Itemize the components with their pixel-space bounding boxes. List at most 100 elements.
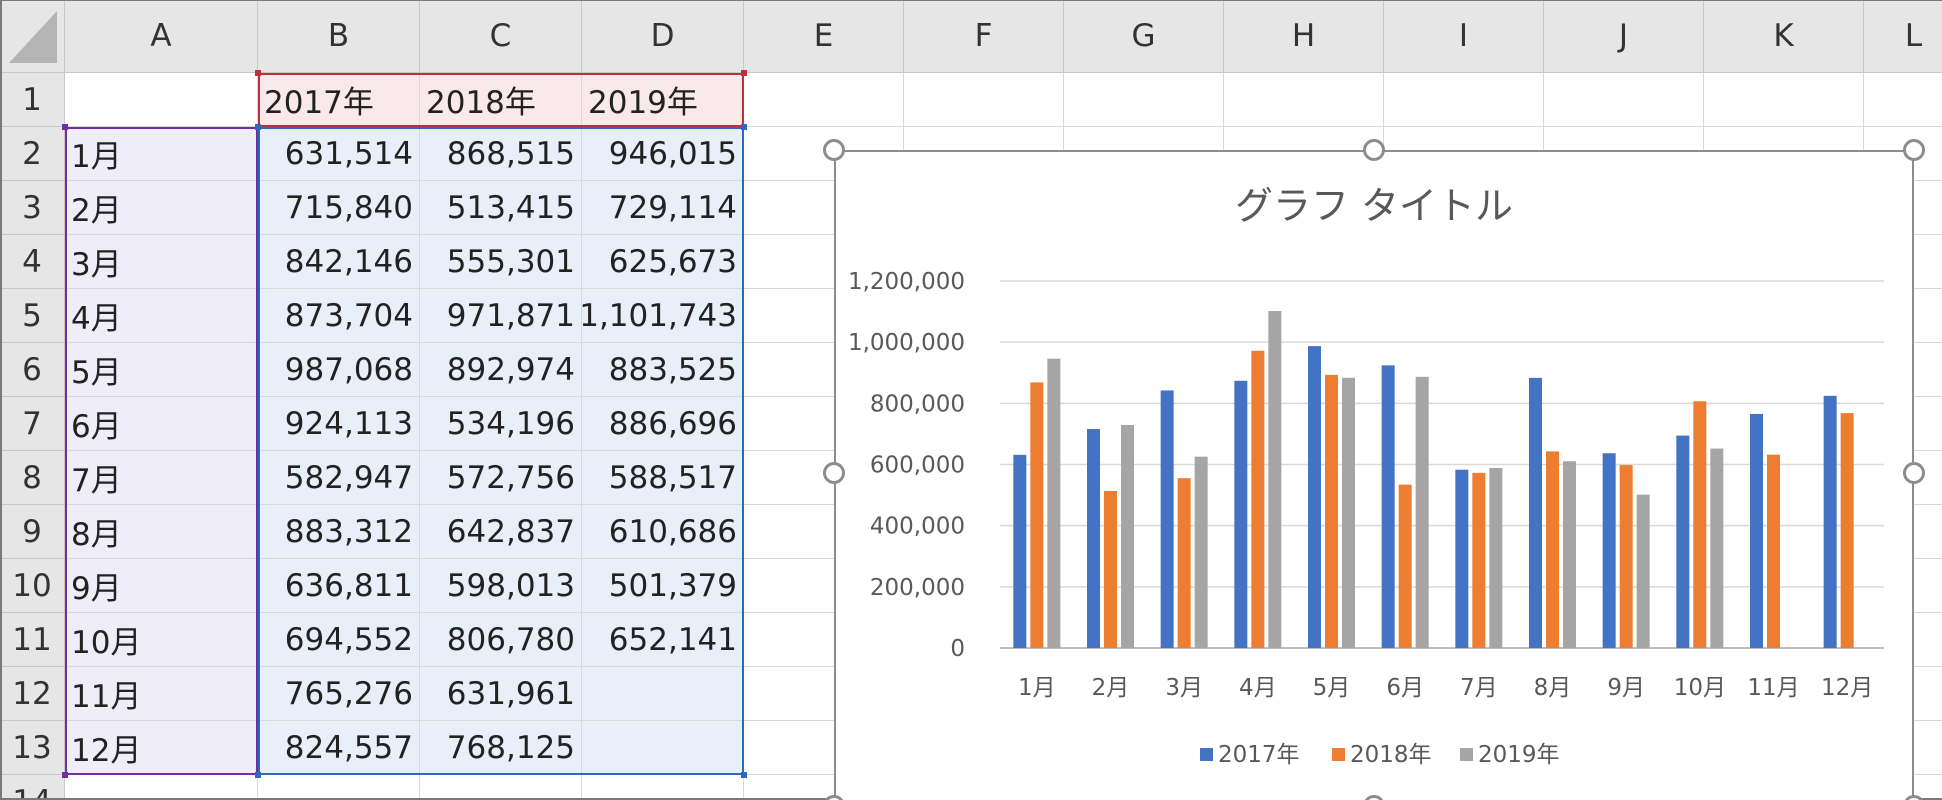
- bar-2017年-4月[interactable]: [1234, 380, 1248, 648]
- value-cell[interactable]: 610,686: [582, 505, 744, 559]
- range-corner-handle[interactable]: [741, 124, 747, 130]
- range-corner-handle[interactable]: [741, 772, 747, 778]
- bar-2018年-2月[interactable]: [1104, 490, 1117, 648]
- bar-2017年-1月[interactable]: [1013, 454, 1027, 648]
- column-header-i[interactable]: I: [1384, 0, 1544, 73]
- range-corner-handle[interactable]: [62, 124, 68, 130]
- value-cell[interactable]: 1,101,743: [582, 289, 744, 343]
- column-header-g[interactable]: G: [1064, 0, 1224, 73]
- chart-resize-handle[interactable]: [1903, 139, 1925, 161]
- row-header-9[interactable]: 9: [0, 505, 65, 559]
- bar-2018年-5月[interactable]: [1325, 374, 1338, 648]
- month-label-cell[interactable]: 11月: [65, 667, 258, 721]
- bar-2019年-3月[interactable]: [1194, 456, 1208, 648]
- chart-resize-handle[interactable]: [823, 462, 845, 484]
- value-cell[interactable]: 555,301: [420, 235, 582, 289]
- cell[interactable]: [1224, 73, 1384, 127]
- value-cell[interactable]: 501,379: [582, 559, 744, 613]
- bar-2019年-2月[interactable]: [1121, 425, 1134, 648]
- value-cell[interactable]: 765,276: [258, 667, 420, 721]
- bar-2019年-1月[interactable]: [1047, 358, 1061, 648]
- bar-2018年-6月[interactable]: [1398, 484, 1412, 648]
- value-cell[interactable]: 806,780: [420, 613, 582, 667]
- row-header-11[interactable]: 11: [0, 613, 65, 667]
- cell[interactable]: [904, 73, 1064, 127]
- column-header-b[interactable]: B: [258, 0, 420, 73]
- cell[interactable]: [1384, 73, 1544, 127]
- value-cell[interactable]: 582,947: [258, 451, 420, 505]
- value-cell[interactable]: 868,515: [420, 127, 582, 181]
- bar-2018年-3月[interactable]: [1177, 478, 1191, 648]
- cell[interactable]: [582, 775, 744, 800]
- value-cell[interactable]: [582, 667, 744, 721]
- bar-2018年-11月[interactable]: [1767, 454, 1780, 648]
- range-corner-handle[interactable]: [741, 70, 747, 76]
- month-label-cell[interactable]: 7月: [65, 451, 258, 505]
- column-header-h[interactable]: H: [1224, 0, 1384, 73]
- cell[interactable]: [65, 775, 258, 800]
- month-label-cell[interactable]: 2月: [65, 181, 258, 235]
- value-cell[interactable]: 924,113: [258, 397, 420, 451]
- column-header-e[interactable]: E: [744, 0, 904, 73]
- value-cell[interactable]: 513,415: [420, 181, 582, 235]
- month-label-cell[interactable]: 3月: [65, 235, 258, 289]
- column-header-l[interactable]: L: [1864, 0, 1942, 73]
- row-header-3[interactable]: 3: [0, 181, 65, 235]
- row-header-6[interactable]: 6: [0, 343, 65, 397]
- bar-2017年-3月[interactable]: [1160, 390, 1174, 648]
- legend-entry[interactable]: 2017年: [1218, 742, 1300, 768]
- select-all-corner[interactable]: [0, 0, 65, 73]
- column-header-k[interactable]: K: [1704, 0, 1864, 73]
- bar-2017年-9月[interactable]: [1602, 453, 1616, 648]
- bar-2017年-6月[interactable]: [1381, 365, 1395, 648]
- value-cell[interactable]: 588,517: [582, 451, 744, 505]
- cell[interactable]: [258, 775, 420, 800]
- value-cell[interactable]: 883,312: [258, 505, 420, 559]
- month-label-cell[interactable]: 4月: [65, 289, 258, 343]
- column-header-d[interactable]: D: [582, 0, 744, 73]
- value-cell[interactable]: 883,525: [582, 343, 744, 397]
- bar-2017年-12月[interactable]: [1823, 395, 1837, 648]
- range-corner-handle[interactable]: [255, 70, 261, 76]
- bar-2018年-4月[interactable]: [1251, 350, 1265, 648]
- value-cell[interactable]: 642,837: [420, 505, 582, 559]
- value-cell[interactable]: 572,756: [420, 451, 582, 505]
- cell-a1[interactable]: [65, 73, 258, 127]
- month-label-cell[interactable]: 6月: [65, 397, 258, 451]
- cell[interactable]: [1064, 73, 1224, 127]
- value-cell[interactable]: 625,673: [582, 235, 744, 289]
- chart-resize-handle[interactable]: [1363, 139, 1385, 161]
- value-cell[interactable]: 729,114: [582, 181, 744, 235]
- row-header-7[interactable]: 7: [0, 397, 65, 451]
- range-corner-handle[interactable]: [255, 124, 261, 130]
- value-cell[interactable]: 598,013: [420, 559, 582, 613]
- row-header-1[interactable]: 1: [0, 73, 65, 127]
- bar-2017年-2月[interactable]: [1087, 429, 1100, 648]
- value-cell[interactable]: [582, 721, 744, 775]
- bar-2017年-5月[interactable]: [1308, 346, 1321, 648]
- month-label-cell[interactable]: 5月: [65, 343, 258, 397]
- series-header-cell[interactable]: 2017年: [258, 73, 420, 127]
- bar-2019年-10月[interactable]: [1710, 448, 1724, 648]
- value-cell[interactable]: 946,015: [582, 127, 744, 181]
- embedded-chart[interactable]: グラフ タイトル 0 200,000 400,000 600,000 800,000 1,0…: [834, 150, 1914, 800]
- row-header-10[interactable]: 10: [0, 559, 65, 613]
- bar-2017年-7月[interactable]: [1455, 469, 1469, 648]
- value-cell[interactable]: 873,704: [258, 289, 420, 343]
- bar-2017年-10月[interactable]: [1676, 435, 1690, 648]
- value-cell[interactable]: 971,871: [420, 289, 582, 343]
- row-header-13[interactable]: 13: [0, 721, 65, 775]
- value-cell[interactable]: 842,146: [258, 235, 420, 289]
- cell[interactable]: [420, 775, 582, 800]
- bar-2019年-6月[interactable]: [1415, 376, 1429, 648]
- bar-2019年-8月[interactable]: [1563, 461, 1576, 648]
- column-header-a[interactable]: A: [65, 0, 258, 73]
- value-cell[interactable]: 768,125: [420, 721, 582, 775]
- value-cell[interactable]: 534,196: [420, 397, 582, 451]
- chart-title[interactable]: グラフ タイトル: [1235, 184, 1513, 228]
- bar-2019年-9月[interactable]: [1636, 494, 1650, 648]
- bar-2018年-10月[interactable]: [1693, 401, 1707, 648]
- spreadsheet-grid[interactable]: ABCDEFGHIJKL12345678910111213142017年2018…: [0, 0, 1942, 800]
- range-corner-handle[interactable]: [62, 772, 68, 778]
- bar-2018年-9月[interactable]: [1619, 465, 1633, 648]
